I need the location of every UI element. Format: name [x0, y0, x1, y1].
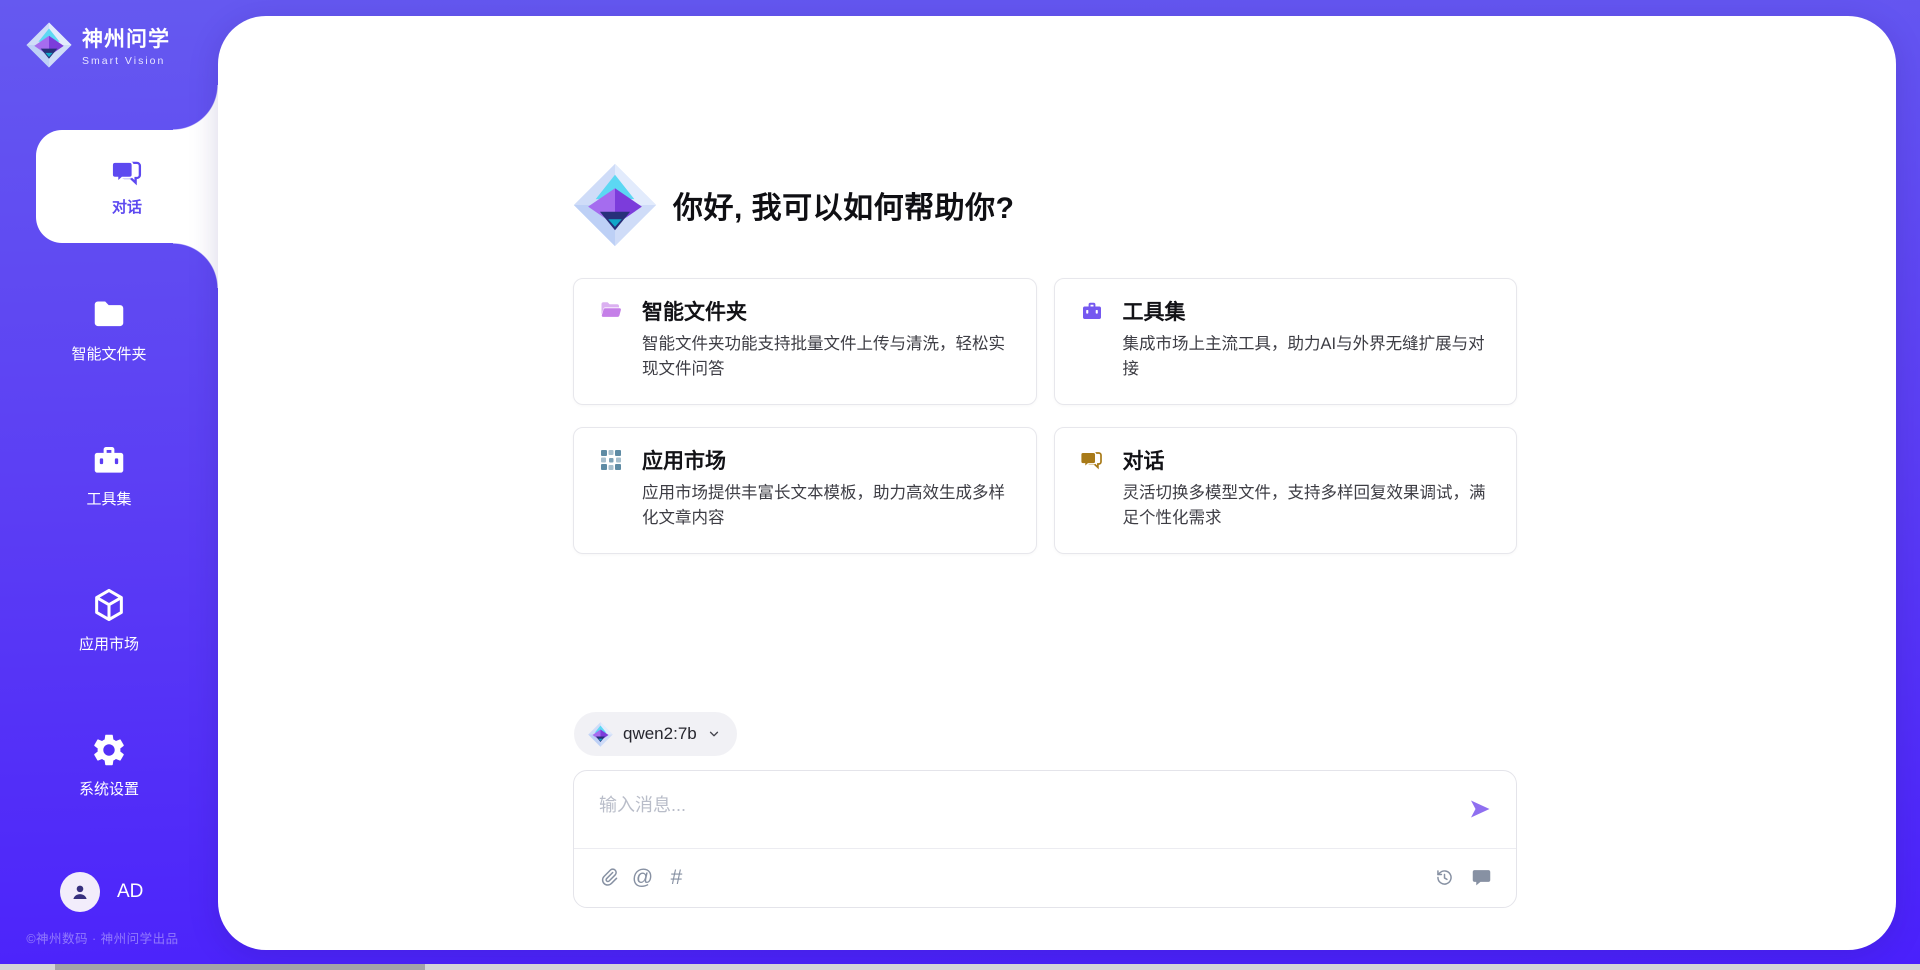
chat-icon	[111, 156, 144, 189]
card-toolset[interactable]: 工具集 集成市场上主流工具，助力AI与外界无缝扩展与对接	[1054, 278, 1518, 405]
card-description: 灵活切换多模型文件，支持多样回复效果调试，满足个性化需求	[1123, 481, 1493, 531]
card-description: 应用市场提供丰富长文本模板，助力高效生成多样化文章内容	[642, 481, 1012, 531]
folder-icon	[90, 296, 128, 334]
sidebar-item-settings[interactable]: 系统设置	[0, 731, 218, 799]
mention-icon[interactable]: @	[632, 867, 653, 888]
grid-icon	[599, 448, 623, 472]
card-title: 智能文件夹	[642, 296, 747, 326]
card-head: 应用市场	[599, 446, 1012, 474]
card-head: 工具集	[1080, 297, 1493, 325]
sidebar-item-label: 工具集	[86, 488, 131, 509]
brand-subtitle: Smart Vision	[82, 55, 170, 67]
card-head: 智能文件夹	[599, 297, 1012, 325]
horizontal-scrollbar-thumb[interactable]	[55, 964, 425, 970]
chevron-down-icon	[707, 727, 721, 741]
folder-open-icon	[599, 299, 623, 323]
composer-toolbar: @ #	[574, 849, 1516, 906]
brand-diamond-icon	[573, 163, 657, 247]
main-panel: 你好, 我可以如何帮助你? 智能文件夹 智能文件夹功能支持批量文件上传与清洗，轻…	[218, 16, 1896, 950]
person-icon	[69, 881, 91, 903]
greeting: 你好, 我可以如何帮助你?	[573, 163, 1015, 247]
user-profile[interactable]: AD	[60, 872, 143, 912]
sidebar-item-label: 应用市场	[79, 633, 139, 654]
gear-icon	[90, 731, 128, 769]
card-title: 对话	[1123, 445, 1165, 475]
card-description: 智能文件夹功能支持批量文件上传与清洗，轻松实现文件问答	[642, 332, 1012, 382]
sidebar-item-toolset[interactable]: 工具集	[0, 441, 218, 509]
message-input[interactable]	[574, 771, 1434, 841]
card-head: 对话	[1080, 446, 1493, 474]
card-description: 集成市场上主流工具，助力AI与外界无缝扩展与对接	[1123, 332, 1493, 382]
toolbox-icon	[90, 441, 128, 479]
app-root: 神州问学 Smart Vision 对话 智能文件夹 工具集	[0, 0, 1920, 970]
sidebar-item-label: 对话	[112, 196, 142, 217]
avatar	[60, 872, 100, 912]
main-content: 你好, 我可以如何帮助你? 智能文件夹 智能文件夹功能支持批量文件上传与清洗，轻…	[573, 16, 1517, 950]
user-name: AD	[117, 881, 143, 903]
horizontal-scrollbar-track[interactable]	[0, 964, 1920, 970]
message-composer: @ #	[573, 770, 1517, 908]
card-app-market[interactable]: 应用市场 应用市场提供丰富长文本模板，助力高效生成多样化文章内容	[573, 427, 1037, 554]
sidebar-item-smart-folder[interactable]: 智能文件夹	[0, 296, 218, 364]
card-chat[interactable]: 对话 灵活切换多模型文件，支持多样回复效果调试，满足个性化需求	[1054, 427, 1518, 554]
cube-icon	[90, 586, 128, 624]
send-icon[interactable]	[1468, 797, 1492, 821]
sidebar-item-app-market[interactable]: 应用市场	[0, 586, 218, 654]
sidebar-item-chat[interactable]: 对话	[36, 130, 218, 243]
sidebar-item-label: 系统设置	[79, 778, 139, 799]
brand-title: 神州问学	[82, 23, 170, 53]
card-smart-folder[interactable]: 智能文件夹 智能文件夹功能支持批量文件上传与清洗，轻松实现文件问答	[573, 278, 1037, 405]
topic-icon[interactable]: #	[666, 867, 687, 888]
sidebar-footer: ©神州数码 · 神州问学出品	[0, 928, 205, 947]
model-selector[interactable]: qwen2:7b	[574, 712, 737, 756]
card-title: 工具集	[1123, 296, 1186, 326]
model-name: qwen2:7b	[623, 724, 697, 744]
brand-text: 神州问学 Smart Vision	[82, 23, 170, 67]
attachment-icon[interactable]	[598, 867, 619, 888]
feature-cards: 智能文件夹 智能文件夹功能支持批量文件上传与清洗，轻松实现文件问答 工具集	[573, 278, 1517, 554]
brand-diamond-icon	[26, 22, 72, 68]
card-title: 应用市场	[642, 445, 726, 475]
chat-icon	[1080, 448, 1104, 472]
comment-icon[interactable]	[1471, 867, 1492, 888]
brand-diamond-icon	[588, 722, 613, 747]
toolbox-icon	[1080, 299, 1104, 323]
history-icon[interactable]	[1434, 867, 1455, 888]
brand-logo: 神州问学 Smart Vision	[26, 22, 170, 68]
composer-input-area	[574, 771, 1516, 849]
toolbar-right	[1434, 867, 1492, 888]
sidebar-item-chat-active-bump: 对话	[36, 130, 218, 243]
sidebar: 神州问学 Smart Vision 对话 智能文件夹 工具集	[0, 0, 218, 970]
greeting-title: 你好, 我可以如何帮助你?	[673, 183, 1015, 227]
sidebar-item-label: 智能文件夹	[71, 343, 146, 364]
